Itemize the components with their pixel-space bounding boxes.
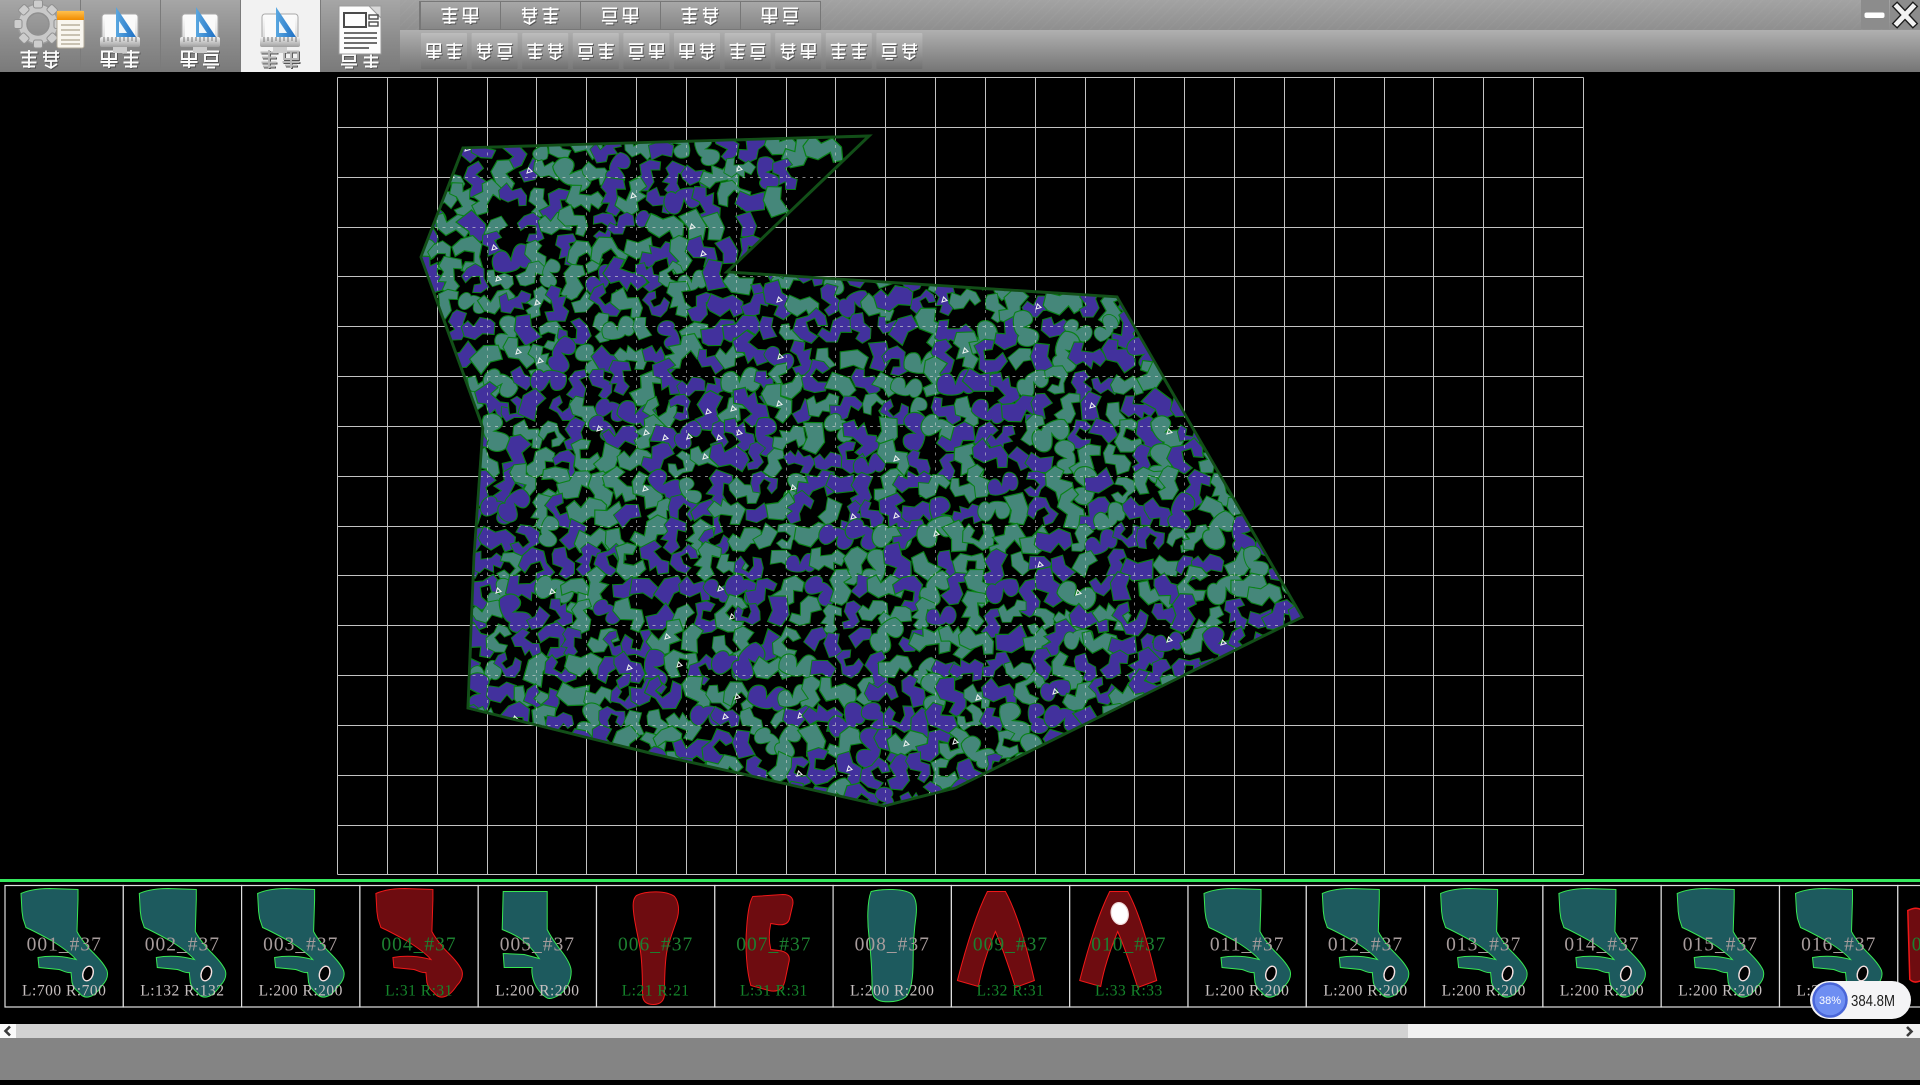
svg-text:L:31 R:31: L:31 R:31 bbox=[740, 983, 808, 1000]
svg-text:007_#37: 007_#37 bbox=[736, 935, 811, 956]
svg-text:38%: 38% bbox=[1819, 995, 1841, 1007]
svg-text:L:200 R:200: L:200 R:200 bbox=[850, 983, 934, 1000]
svg-text:004_#37: 004_#37 bbox=[381, 935, 456, 956]
svg-text:001_#37: 001_#37 bbox=[27, 935, 102, 956]
svg-text:003_#37: 003_#37 bbox=[263, 935, 338, 956]
svg-text:013_#37: 013_#37 bbox=[1446, 935, 1521, 956]
svg-text:0: 0 bbox=[1912, 935, 1920, 956]
svg-text:L:200 R:200: L:200 R:200 bbox=[1442, 983, 1526, 1000]
svg-text:008_#37: 008_#37 bbox=[855, 935, 930, 956]
svg-text:L:32 R:31: L:32 R:31 bbox=[977, 983, 1045, 1000]
svg-text:L:33 R:33: L:33 R:33 bbox=[1095, 983, 1163, 1000]
svg-text:011_#37: 011_#37 bbox=[1210, 935, 1285, 956]
svg-text:015_#37: 015_#37 bbox=[1683, 935, 1758, 956]
svg-text:L:21 R:21: L:21 R:21 bbox=[622, 983, 690, 1000]
svg-text:014_#37: 014_#37 bbox=[1564, 935, 1639, 956]
svg-text:L:132 R:132: L:132 R:132 bbox=[140, 983, 224, 1000]
svg-text:L:200 R:200: L:200 R:200 bbox=[259, 983, 343, 1000]
svg-text:L:200 R:200: L:200 R:200 bbox=[1560, 983, 1644, 1000]
svg-text:384.8M: 384.8M bbox=[1851, 993, 1895, 1010]
svg-text:L:200 R:200: L:200 R:200 bbox=[1205, 983, 1289, 1000]
svg-text:010_#37: 010_#37 bbox=[1091, 935, 1166, 956]
svg-text:005_#37: 005_#37 bbox=[500, 935, 575, 956]
svg-text:L:200 R:200: L:200 R:200 bbox=[1678, 983, 1762, 1000]
svg-text:L:700 R:700: L:700 R:700 bbox=[22, 983, 106, 1000]
svg-text:016_#37: 016_#37 bbox=[1801, 935, 1876, 956]
svg-text:009_#37: 009_#37 bbox=[973, 935, 1048, 956]
svg-text:L:200 R:200: L:200 R:200 bbox=[495, 983, 579, 1000]
svg-text:002_#37: 002_#37 bbox=[145, 935, 220, 956]
svg-text:012_#37: 012_#37 bbox=[1328, 935, 1403, 956]
svg-text:006_#37: 006_#37 bbox=[618, 935, 693, 956]
svg-text:L:31 R:31: L:31 R:31 bbox=[385, 983, 453, 1000]
svg-text:L:200 R:200: L:200 R:200 bbox=[1323, 983, 1407, 1000]
